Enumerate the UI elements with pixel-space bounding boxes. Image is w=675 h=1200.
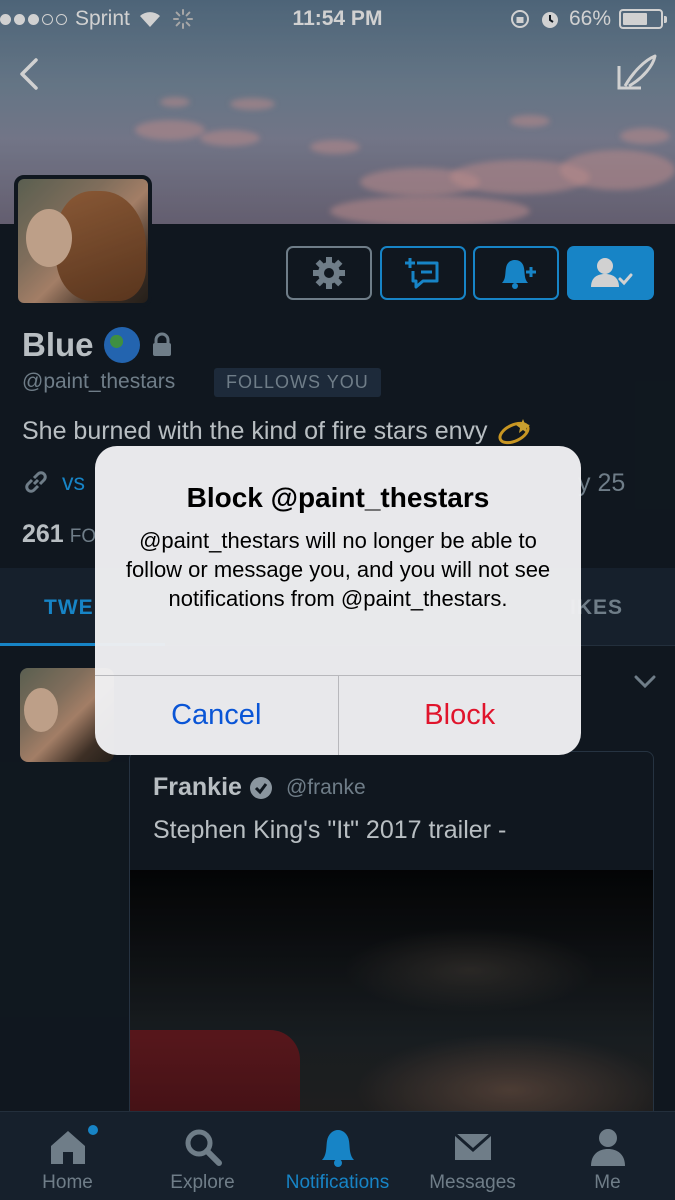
alert-title: Block @paint_thestars [186, 482, 490, 513]
block-confirmation-alert: Block @paint_thestars @paint_thestars wi… [95, 446, 581, 755]
cancel-button[interactable]: Cancel [95, 676, 339, 755]
block-button[interactable]: Block [339, 676, 582, 755]
alert-message: @paint_thestars will no longer be able t… [125, 528, 551, 611]
alert-button-row: Cancel Block [95, 675, 581, 755]
